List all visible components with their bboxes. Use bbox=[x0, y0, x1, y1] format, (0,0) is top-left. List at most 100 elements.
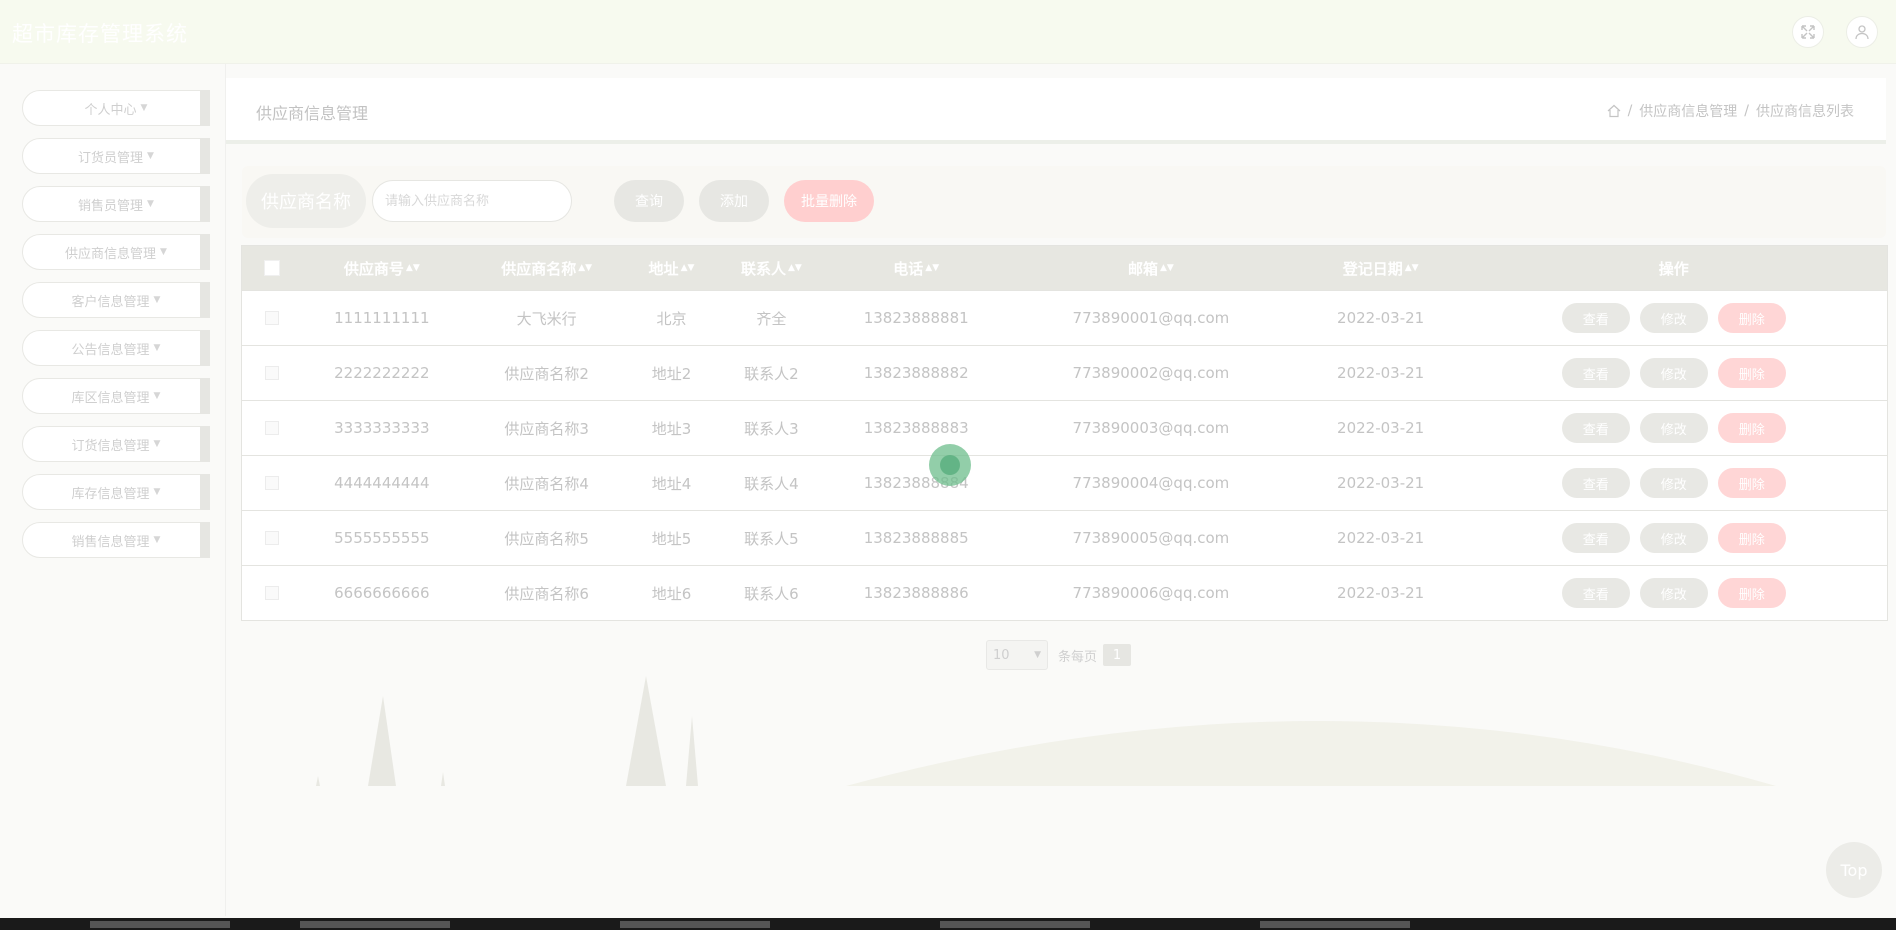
supplier-name-input[interactable] bbox=[372, 180, 572, 222]
chevron-down-icon: ▼ bbox=[153, 535, 161, 545]
cell-phone: 13823888886 bbox=[863, 584, 969, 602]
delete-button[interactable]: 删除 bbox=[1717, 468, 1786, 498]
main-content: 供应商信息管理 / 供应商信息管理 / 供应商信息列表 供应商名称 查询 添加 … bbox=[226, 64, 1896, 916]
edit-button[interactable]: 修改 bbox=[1639, 303, 1708, 333]
column-header-contact[interactable]: 联系人 ▲▼ bbox=[711, 246, 831, 290]
view-button[interactable]: 查看 bbox=[1561, 468, 1630, 498]
sidebar-item-inventory[interactable]: 库存信息管理 ▼ bbox=[22, 474, 210, 510]
taskbar-item[interactable] bbox=[620, 921, 770, 928]
taskbar-item[interactable] bbox=[300, 921, 450, 928]
table-row: 3333333333 供应商名称3 地址3 联系人3 13823888883 7… bbox=[242, 400, 1887, 455]
sidebar-item-sales[interactable]: 销售信息管理 ▼ bbox=[22, 522, 210, 558]
cell-phone: 13823888882 bbox=[863, 364, 969, 382]
chevron-down-icon: ▼ bbox=[153, 295, 161, 305]
cell-supplier-name: 供应商名称3 bbox=[504, 419, 589, 438]
expand-icon[interactable] bbox=[1792, 16, 1824, 48]
row-checkbox[interactable] bbox=[264, 531, 279, 545]
sidebar-item-accent bbox=[200, 138, 210, 174]
sidebar-item-accent bbox=[200, 282, 210, 318]
view-button[interactable]: 查看 bbox=[1561, 413, 1630, 443]
home-icon[interactable] bbox=[1607, 104, 1621, 118]
cell-register-date: 2022-03-21 bbox=[1337, 529, 1425, 547]
sidebar-item-order[interactable]: 订货信息管理 ▼ bbox=[22, 426, 210, 462]
column-header-label: 供应商号 bbox=[343, 259, 404, 278]
column-header-actions: 操作 bbox=[1658, 259, 1689, 278]
column-header-supplier-id[interactable]: 供应商号 ▲▼ bbox=[302, 246, 462, 290]
sidebar-item-supplier[interactable]: 供应商信息管理 ▼ bbox=[22, 234, 210, 270]
taskbar-item[interactable] bbox=[90, 921, 230, 928]
edit-button[interactable]: 修改 bbox=[1639, 413, 1708, 443]
sidebar-item-customer[interactable]: 客户信息管理 ▼ bbox=[22, 282, 210, 318]
cell-register-date: 2022-03-21 bbox=[1337, 474, 1425, 492]
column-header-supplier-name[interactable]: 供应商名称 ▲▼ bbox=[462, 246, 632, 290]
delete-button[interactable]: 删除 bbox=[1717, 523, 1786, 553]
column-header-label: 联系人 bbox=[740, 259, 786, 278]
cell-address: 地址3 bbox=[651, 419, 692, 438]
sort-icon: ▲▼ bbox=[1160, 263, 1174, 273]
cell-address: 地址4 bbox=[651, 474, 692, 493]
view-button[interactable]: 查看 bbox=[1561, 358, 1630, 388]
view-button[interactable]: 查看 bbox=[1561, 578, 1630, 608]
column-header-register-date[interactable]: 登记日期 ▲▼ bbox=[1301, 246, 1461, 290]
sidebar-item-seller[interactable]: 销售员管理 ▼ bbox=[22, 186, 210, 222]
delete-button[interactable]: 删除 bbox=[1717, 413, 1786, 443]
sidebar-item-accent bbox=[200, 378, 210, 414]
delete-button[interactable]: 删除 bbox=[1717, 578, 1786, 608]
cell-supplier-id: 6666666666 bbox=[334, 584, 430, 602]
row-checkbox[interactable] bbox=[264, 366, 279, 380]
column-header-address[interactable]: 地址 ▲▼ bbox=[632, 246, 712, 290]
view-button[interactable]: 查看 bbox=[1561, 523, 1630, 553]
breadcrumb-item[interactable]: 供应商信息管理 bbox=[1639, 101, 1737, 121]
row-select-cell bbox=[242, 291, 302, 345]
add-button[interactable]: 添加 bbox=[699, 180, 769, 222]
chevron-down-icon: ▼ bbox=[147, 199, 154, 209]
column-header-phone[interactable]: 电话 ▲▼ bbox=[831, 246, 1001, 290]
edit-button[interactable]: 修改 bbox=[1639, 523, 1708, 553]
table-header: 供应商号 ▲▼ 供应商名称 ▲▼ 地址 ▲▼ 联系人 ▲▼ 电话 ▲▼ 邮箱 ▲▼ 登记日期… bbox=[242, 246, 1887, 290]
edit-button[interactable]: 修改 bbox=[1639, 358, 1708, 388]
taskbar-item[interactable] bbox=[1260, 921, 1410, 928]
row-checkbox[interactable] bbox=[264, 586, 279, 600]
delete-button[interactable]: 删除 bbox=[1717, 303, 1786, 333]
cell-address: 北京 bbox=[656, 309, 687, 328]
cell-supplier-name: 供应商名称5 bbox=[504, 529, 589, 548]
page-size-select[interactable]: 10 ▼ bbox=[986, 640, 1048, 670]
sidebar-item-label: 供应商信息管理 bbox=[65, 246, 157, 262]
sidebar-item-storage-area[interactable]: 库区信息管理 ▼ bbox=[22, 378, 210, 414]
sidebar-item-label: 订货员管理 bbox=[78, 150, 144, 166]
batch-delete-button[interactable]: 批量删除 bbox=[784, 180, 874, 222]
back-to-top-button[interactable]: Top bbox=[1826, 842, 1882, 898]
row-checkbox[interactable] bbox=[264, 476, 279, 490]
sidebar-item-orderer[interactable]: 订货员管理 ▼ bbox=[22, 138, 210, 174]
breadcrumb-separator: / bbox=[1744, 103, 1749, 119]
cell-contact: 联系人3 bbox=[744, 419, 799, 438]
sidebar-item-accent bbox=[200, 186, 210, 222]
supplier-table: 供应商号 ▲▼ 供应商名称 ▲▼ 地址 ▲▼ 联系人 ▲▼ 电话 ▲▼ 邮箱 ▲▼ 登记日期… bbox=[241, 245, 1888, 621]
sort-icon: ▲▼ bbox=[405, 263, 420, 273]
sidebar-item-notice[interactable]: 公告信息管理 ▼ bbox=[22, 330, 210, 366]
cell-supplier-id: 1111111111 bbox=[334, 309, 430, 327]
table-row: 1111111111 大飞米行 北京 齐全 13823888881 773890… bbox=[242, 290, 1887, 345]
taskbar-item[interactable] bbox=[940, 921, 1090, 928]
edit-button[interactable]: 修改 bbox=[1639, 468, 1708, 498]
select-all-checkbox[interactable] bbox=[263, 260, 280, 276]
cell-phone: 13823888884 bbox=[863, 474, 969, 492]
cell-supplier-name: 供应商名称4 bbox=[504, 474, 589, 493]
cell-email: 773890004@qq.com bbox=[1072, 474, 1230, 492]
page-title: 供应商信息管理 bbox=[256, 104, 369, 123]
cell-contact: 齐全 bbox=[756, 309, 787, 328]
cell-address: 地址6 bbox=[651, 584, 692, 603]
delete-button[interactable]: 删除 bbox=[1717, 358, 1786, 388]
column-header-email[interactable]: 邮箱 ▲▼ bbox=[1001, 246, 1301, 290]
cell-actions: 查看 修改 删除 bbox=[1461, 511, 1887, 565]
user-icon[interactable] bbox=[1846, 16, 1878, 48]
query-button[interactable]: 查询 bbox=[614, 180, 684, 222]
page-number-button[interactable]: 1 bbox=[1103, 644, 1132, 666]
edit-button[interactable]: 修改 bbox=[1639, 578, 1708, 608]
view-button[interactable]: 查看 bbox=[1561, 303, 1630, 333]
sidebar-item-personal-center[interactable]: 个人中心 ▼ bbox=[22, 90, 210, 126]
sidebar-item-label: 公告信息管理 bbox=[71, 342, 150, 358]
row-checkbox[interactable] bbox=[264, 311, 279, 325]
table-row: 5555555555 供应商名称5 地址5 联系人5 13823888885 7… bbox=[242, 510, 1887, 565]
row-checkbox[interactable] bbox=[264, 421, 279, 435]
